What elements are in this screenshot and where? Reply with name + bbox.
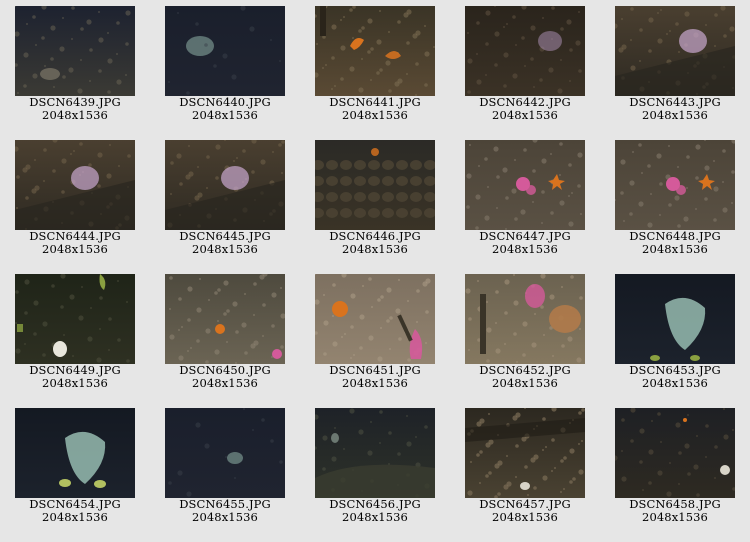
image-dimensions: 2048x1536 [642, 376, 708, 390]
photo-thumbnail[interactable] [465, 408, 585, 498]
gallery-item: DSCN6442.JPG 2048x1536 [450, 0, 600, 134]
image-dimensions: 2048x1536 [42, 108, 108, 122]
thumbnail-caption: DSCN6456.JPG 2048x1536 [300, 498, 450, 524]
image-dimensions: 2048x1536 [342, 510, 408, 524]
image-dimensions: 2048x1536 [192, 108, 258, 122]
gallery-item: DSCN6458.JPG 2048x1536 [600, 402, 750, 536]
thumbnail-caption: DSCN6447.JPG 2048x1536 [450, 230, 600, 256]
gallery-item: DSCN6451.JPG 2048x1536 [300, 268, 450, 402]
thumbnail-caption: DSCN6450.JPG 2048x1536 [150, 364, 300, 390]
gallery-item: DSCN6454.JPG 2048x1536 [0, 402, 150, 536]
image-dimensions: 2048x1536 [42, 510, 108, 524]
image-dimensions: 2048x1536 [342, 242, 408, 256]
gallery-item: DSCN6445.JPG 2048x1536 [150, 134, 300, 268]
thumbnail-caption: DSCN6443.JPG 2048x1536 [600, 96, 750, 122]
image-dimensions: 2048x1536 [342, 108, 408, 122]
gallery-item: DSCN6447.JPG 2048x1536 [450, 134, 600, 268]
gallery-item: DSCN6452.JPG 2048x1536 [450, 268, 600, 402]
gallery-item: DSCN6448.JPG 2048x1536 [600, 134, 750, 268]
photo-thumbnail[interactable] [465, 140, 585, 230]
gallery-item: DSCN6453.JPG 2048x1536 [600, 268, 750, 402]
image-dimensions: 2048x1536 [642, 108, 708, 122]
photo-thumbnail[interactable] [165, 6, 285, 96]
thumbnail-caption: DSCN6455.JPG 2048x1536 [150, 498, 300, 524]
gallery-item: DSCN6455.JPG 2048x1536 [150, 402, 300, 536]
gallery-item: DSCN6444.JPG 2048x1536 [0, 134, 150, 268]
photo-thumbnail[interactable] [615, 408, 735, 498]
thumbnail-caption: DSCN6449.JPG 2048x1536 [0, 364, 150, 390]
thumbnail-caption: DSCN6451.JPG 2048x1536 [300, 364, 450, 390]
thumbnail-caption: DSCN6457.JPG 2048x1536 [450, 498, 600, 524]
photo-thumbnail[interactable] [165, 140, 285, 230]
gallery-item: DSCN6443.JPG 2048x1536 [600, 0, 750, 134]
thumbnail-caption: DSCN6442.JPG 2048x1536 [450, 96, 600, 122]
gallery-item: DSCN6441.JPG 2048x1536 [300, 0, 450, 134]
image-dimensions: 2048x1536 [42, 376, 108, 390]
gallery-item: DSCN6450.JPG 2048x1536 [150, 268, 300, 402]
photo-thumbnail[interactable] [165, 274, 285, 364]
image-dimensions: 2048x1536 [642, 242, 708, 256]
image-dimensions: 2048x1536 [642, 510, 708, 524]
thumbnail-caption: DSCN6445.JPG 2048x1536 [150, 230, 300, 256]
gallery-item: DSCN6446.JPG 2048x1536 [300, 134, 450, 268]
thumbnail-caption: DSCN6448.JPG 2048x1536 [600, 230, 750, 256]
image-dimensions: 2048x1536 [492, 242, 558, 256]
gallery-item: DSCN6439.JPG 2048x1536 [0, 0, 150, 134]
photo-thumbnail[interactable] [615, 274, 735, 364]
thumbnail-caption: DSCN6453.JPG 2048x1536 [600, 364, 750, 390]
photo-thumbnail[interactable] [465, 6, 585, 96]
gallery-item: DSCN6456.JPG 2048x1536 [300, 402, 450, 536]
gallery-item: DSCN6457.JPG 2048x1536 [450, 402, 600, 536]
gallery-item: DSCN6449.JPG 2048x1536 [0, 268, 150, 402]
image-dimensions: 2048x1536 [192, 242, 258, 256]
photo-thumbnail[interactable] [15, 274, 135, 364]
thumbnail-gallery: DSCN6439.JPG 2048x1536 DSCN6440.JPG 2048x1… [0, 0, 750, 542]
photo-thumbnail[interactable] [615, 140, 735, 230]
image-dimensions: 2048x1536 [492, 510, 558, 524]
image-dimensions: 2048x1536 [192, 376, 258, 390]
thumbnail-caption: DSCN6446.JPG 2048x1536 [300, 230, 450, 256]
image-dimensions: 2048x1536 [492, 108, 558, 122]
photo-thumbnail[interactable] [465, 274, 585, 364]
photo-thumbnail[interactable] [615, 6, 735, 96]
photo-thumbnail[interactable] [315, 140, 435, 230]
thumbnail-caption: DSCN6440.JPG 2048x1536 [150, 96, 300, 122]
thumbnail-caption: DSCN6441.JPG 2048x1536 [300, 96, 450, 122]
thumbnail-caption: DSCN6454.JPG 2048x1536 [0, 498, 150, 524]
photo-thumbnail[interactable] [165, 408, 285, 498]
image-dimensions: 2048x1536 [42, 242, 108, 256]
photo-thumbnail[interactable] [15, 6, 135, 96]
image-dimensions: 2048x1536 [342, 376, 408, 390]
photo-thumbnail[interactable] [315, 408, 435, 498]
image-dimensions: 2048x1536 [492, 376, 558, 390]
photo-thumbnail[interactable] [15, 140, 135, 230]
image-dimensions: 2048x1536 [192, 510, 258, 524]
thumbnail-caption: DSCN6439.JPG 2048x1536 [0, 96, 150, 122]
photo-thumbnail[interactable] [315, 274, 435, 364]
photo-thumbnail[interactable] [15, 408, 135, 498]
thumbnail-caption: DSCN6458.JPG 2048x1536 [600, 498, 750, 524]
gallery-item: DSCN6440.JPG 2048x1536 [150, 0, 300, 134]
thumbnail-caption: DSCN6452.JPG 2048x1536 [450, 364, 600, 390]
thumbnail-caption: DSCN6444.JPG 2048x1536 [0, 230, 150, 256]
photo-thumbnail[interactable] [315, 6, 435, 96]
